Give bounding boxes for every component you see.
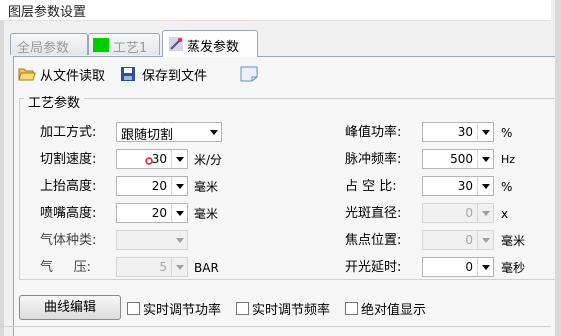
spot-diameter-value: 0 — [465, 206, 473, 220]
spot-diameter-label: 光斑直径: — [345, 206, 402, 221]
light-on-delay-value: 0 — [465, 260, 473, 274]
title-bar: 图层参数设置 — [0, 0, 551, 21]
save-disk-icon — [121, 67, 135, 81]
peak-power-value: 30 — [457, 125, 473, 139]
process-mode-label: 加工方式: — [40, 125, 97, 140]
gas-type-select — [116, 230, 188, 250]
cut-speed-unit: 米/分 — [194, 153, 223, 167]
chevron-down-icon — [477, 231, 493, 249]
focus-position-unit: 毫米 — [501, 234, 526, 248]
pulse-frequency-label: 脉冲频率: — [345, 152, 402, 167]
nozzle-height-value: 20 — [151, 206, 167, 220]
spot-diameter-spinbox: 0 — [422, 203, 494, 223]
tab-global-label: 全局参数 — [17, 41, 70, 56]
duty-cycle-label: 占 空 比: — [345, 179, 397, 194]
absolute-value-checkbox[interactable] — [345, 302, 358, 315]
focus-position-spinbox: 0 — [422, 230, 494, 250]
lift-height-value: 20 — [151, 179, 167, 193]
open-folder-icon — [18, 68, 36, 81]
process-mode-select[interactable]: 跟随切割 — [116, 122, 222, 143]
lift-height-label: 上抬高度: — [40, 179, 97, 194]
lift-height-unit: 毫米 — [194, 180, 219, 194]
notes-icon[interactable] — [240, 66, 258, 82]
pulse-frequency-spinbox[interactable]: 500 — [422, 149, 494, 169]
tab-process-1[interactable]: 工艺1 — [88, 33, 160, 56]
focus-position-label: 焦点位置: — [345, 233, 402, 248]
light-on-delay-label: 开光延时: — [345, 260, 402, 275]
pulse-frequency-value: 500 — [450, 152, 473, 166]
group-title: 工艺参数 — [24, 92, 85, 111]
chevron-down-icon[interactable] — [477, 123, 493, 141]
chevron-down-icon — [172, 231, 187, 249]
curve-edit-button[interactable]: 曲线编辑 — [19, 295, 121, 320]
absolute-value-label: 绝对值显示 — [361, 303, 427, 318]
read-from-file-button[interactable]: 从文件读取 — [18, 65, 118, 84]
realtime-power-checkbox[interactable] — [127, 302, 140, 315]
gas-pressure-label: 气 压: — [40, 260, 92, 275]
save-to-file-label: 保存到文件 — [142, 69, 208, 84]
divider — [0, 326, 551, 327]
chevron-down-icon — [206, 123, 221, 141]
cut-speed-spinbox[interactable]: 30 — [116, 149, 188, 169]
process-mode-value: 跟随切割 — [121, 128, 174, 143]
light-on-delay-spinbox[interactable]: 0 — [422, 257, 494, 277]
cut-speed-label: 切割速度: — [40, 152, 97, 167]
chevron-down-icon[interactable] — [171, 150, 187, 168]
chevron-down-icon[interactable] — [171, 177, 187, 195]
gas-pressure-value: 5 — [159, 260, 167, 274]
duty-cycle-spinbox[interactable]: 30 — [422, 176, 494, 196]
chevron-down-icon[interactable] — [477, 177, 493, 195]
chevron-down-icon — [171, 258, 187, 276]
chevron-down-icon[interactable] — [477, 258, 493, 276]
chevron-down-icon[interactable] — [477, 150, 493, 168]
gas-pressure-spinbox: 5 — [116, 257, 188, 277]
peak-power-label: 峰值功率: — [345, 125, 402, 140]
nozzle-height-label: 喷嘴高度: — [40, 206, 97, 221]
peak-power-spinbox[interactable]: 30 — [422, 122, 494, 142]
chevron-down-icon[interactable] — [171, 204, 187, 222]
gas-pressure-unit: BAR — [194, 261, 219, 275]
nozzle-height-unit: 毫米 — [194, 207, 219, 221]
focus-position-value: 0 — [465, 233, 473, 247]
tab-process-label: 工艺1 — [113, 41, 148, 56]
realtime-power-label: 实时调节功率 — [143, 303, 222, 318]
peak-power-unit: % — [501, 126, 513, 140]
gas-type-label: 气体种类: — [40, 233, 97, 248]
light-on-delay-unit: 毫秒 — [501, 261, 526, 275]
chevron-down-icon — [477, 204, 493, 222]
window-title: 图层参数设置 — [8, 5, 87, 20]
duty-cycle-unit: % — [501, 180, 513, 194]
save-to-file-button[interactable]: 保存到文件 — [120, 65, 220, 84]
tab-evaporation-label: 蒸发参数 — [187, 40, 240, 55]
tab-evaporation-params[interactable]: 蒸发参数 — [162, 30, 258, 57]
pulse-frequency-unit: Hz — [501, 153, 516, 166]
process-color-swatch — [93, 38, 109, 52]
cut-speed-value: 30 — [151, 152, 167, 166]
realtime-frequency-label: 实时调节频率 — [252, 303, 331, 318]
spot-diameter-unit: x — [501, 207, 509, 221]
nozzle-height-spinbox[interactable]: 20 — [116, 203, 188, 223]
duty-cycle-value: 30 — [457, 179, 473, 193]
evaporation-icon — [169, 37, 183, 51]
tab-global-params[interactable]: 全局参数 — [10, 33, 88, 56]
realtime-frequency-checkbox[interactable] — [236, 302, 249, 315]
read-from-file-label: 从文件读取 — [40, 69, 106, 84]
lift-height-spinbox[interactable]: 20 — [116, 176, 188, 196]
